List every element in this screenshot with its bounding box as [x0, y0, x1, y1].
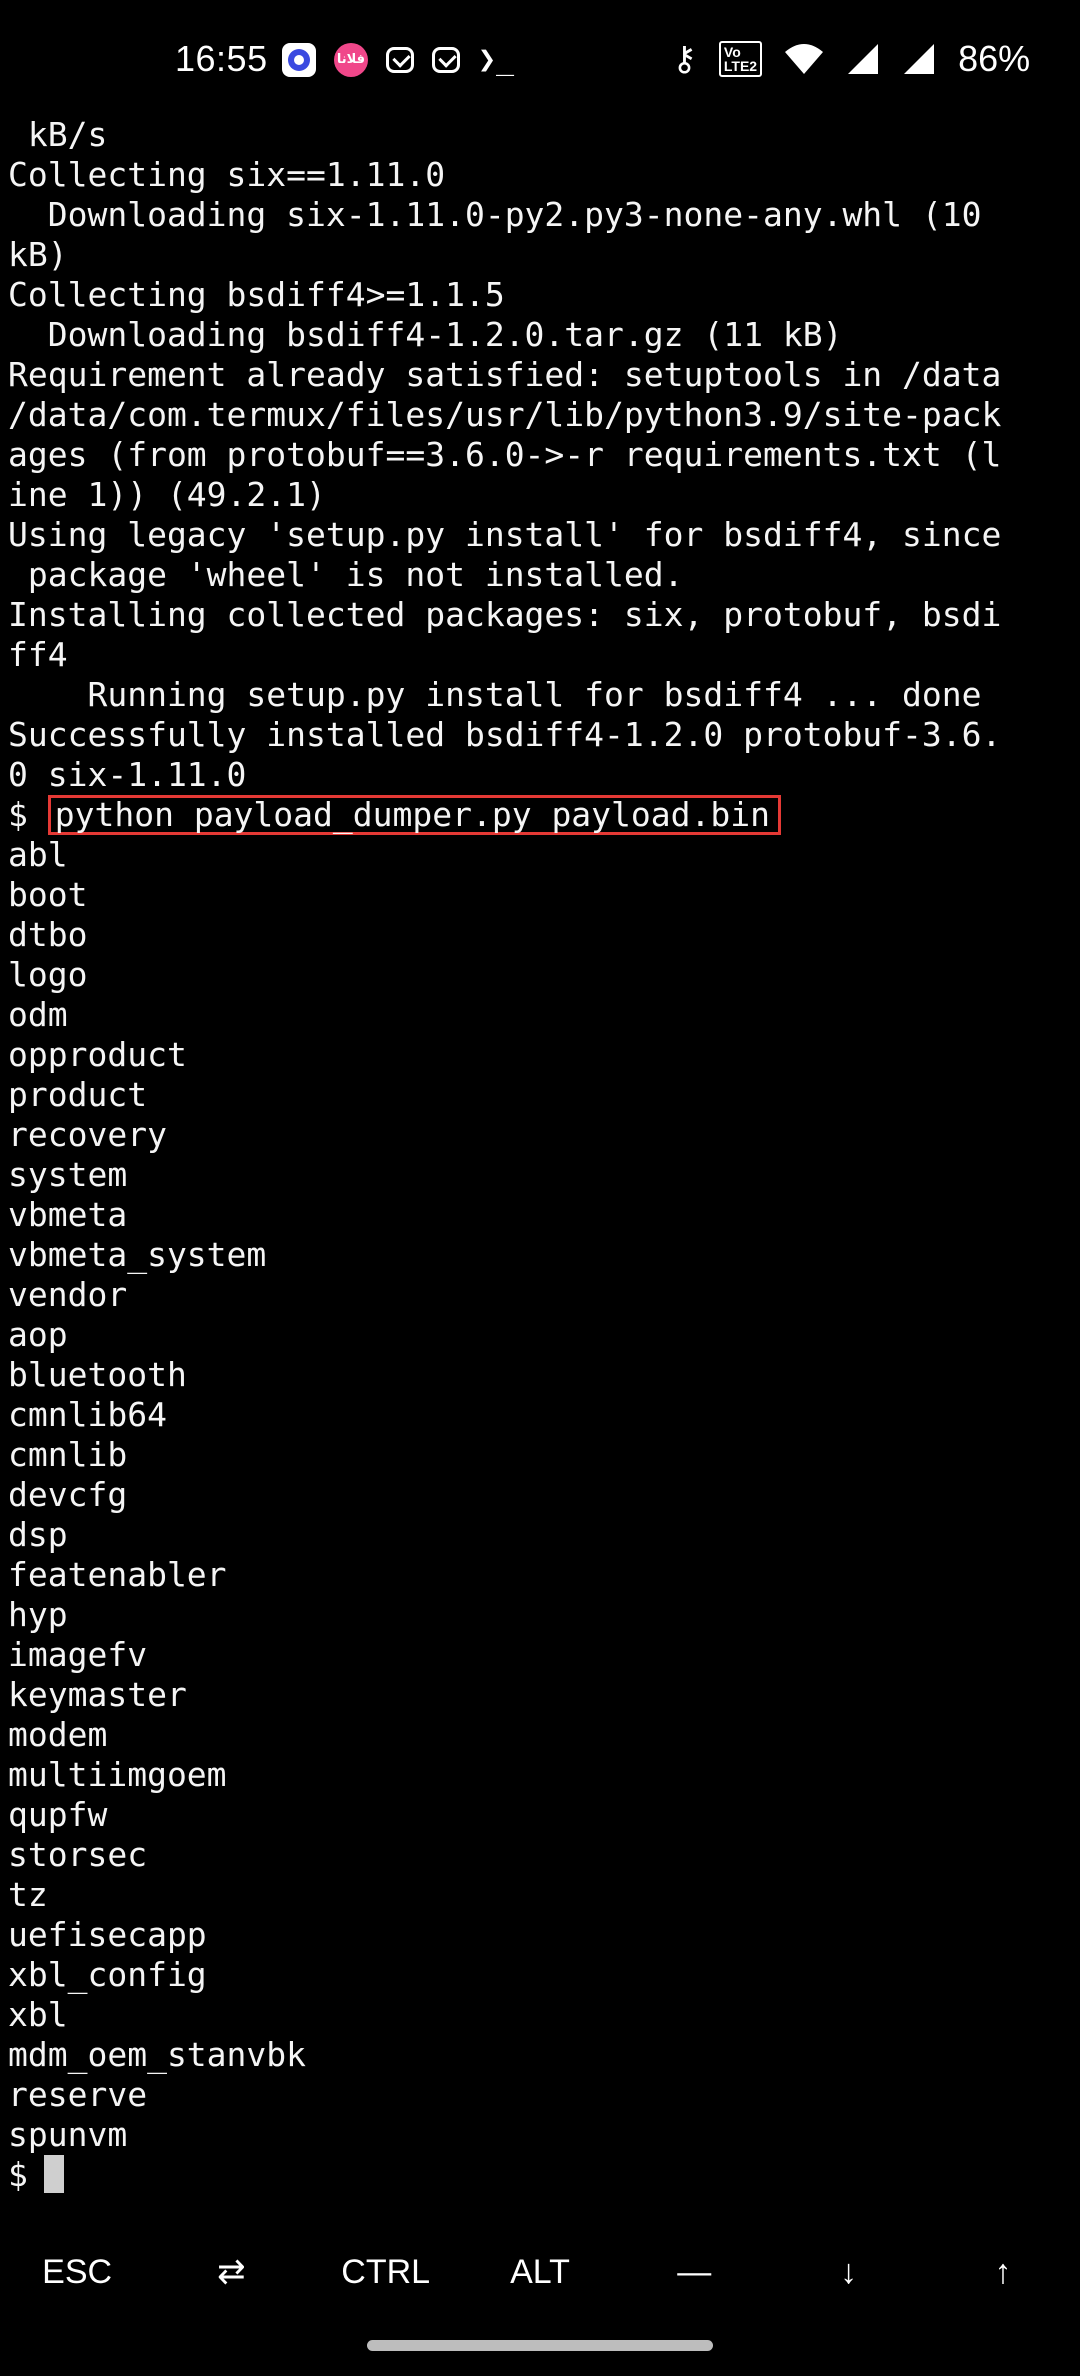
log-line: Collecting bsdiff4>=1.1.5 — [8, 275, 505, 314]
partition-item: logo — [8, 955, 88, 994]
partition-item: devcfg — [8, 1475, 128, 1514]
partition-item: cmnlib64 — [8, 1395, 167, 1434]
terminal-icon: ❯_ — [478, 42, 515, 77]
volte-icon: Vo LTE2 — [718, 41, 763, 77]
signal-icon — [846, 42, 880, 76]
log-line: 0 six-1.11.0 — [8, 755, 247, 794]
partition-item: recovery — [8, 1115, 167, 1154]
mail-icon — [386, 46, 414, 73]
log-line: Downloading six-1.11.0-py2.py3-none-any.… — [8, 195, 982, 234]
wifi-icon — [784, 42, 824, 76]
lte-label: LTE2 — [723, 58, 758, 74]
partition-item: reserve — [8, 2075, 148, 2114]
partition-item: cmnlib — [8, 1435, 128, 1474]
extra-keys-bar: ESC ⇄ CTRL ALT — ↓ ↑ — [0, 2222, 1080, 2322]
prompt: $ — [8, 795, 28, 834]
partition-item: system — [8, 1155, 128, 1194]
log-line: /data/com.termux/files/usr/lib/python3.9… — [8, 395, 1002, 434]
partition-item: vbmeta_system — [8, 1235, 267, 1274]
partition-item: hyp — [8, 1595, 68, 1634]
partition-item: abl — [8, 835, 68, 874]
mail-icon — [432, 46, 460, 73]
partition-item: product — [8, 1075, 148, 1114]
system-status-icons: ⚷ Vo LTE2 86% — [672, 38, 1030, 80]
partition-item: bluetooth — [8, 1355, 187, 1394]
esc-key[interactable]: ESC — [0, 2222, 154, 2322]
partition-item: tz — [8, 1875, 48, 1914]
log-line: Successfully installed bsdiff4-1.2.0 pro… — [8, 715, 1002, 754]
final-prompt: $ — [8, 2155, 28, 2194]
status-time: 16:55 — [175, 38, 268, 79]
arrow-down-key[interactable]: ↓ — [771, 2222, 925, 2322]
log-line: ff4 — [8, 635, 68, 674]
signal-icon — [902, 42, 936, 76]
app-notification-icon — [282, 42, 316, 77]
install-log: kB/s Collecting six==1.11.0 Downloading s… — [8, 115, 1072, 795]
log-line: kB/s — [8, 115, 108, 154]
log-line: ine 1)) (49.2.1) — [8, 475, 326, 514]
ctrl-key[interactable]: CTRL — [309, 2222, 463, 2322]
partition-item: uefisecapp — [8, 1915, 207, 1954]
log-line: Collecting six==1.11.0 — [8, 155, 446, 194]
partition-item: xbl — [8, 1995, 68, 2034]
alt-key[interactable]: ALT — [463, 2222, 617, 2322]
log-line: Using legacy 'setup.py install' for bsdi… — [8, 515, 1002, 554]
partition-item: opproduct — [8, 1035, 187, 1074]
log-line: Installing collected packages: six, prot… — [8, 595, 1002, 634]
tab-key[interactable]: ⇄ — [154, 2222, 308, 2322]
partition-item: dtbo — [8, 915, 88, 954]
key-icon: ⚷ — [672, 39, 697, 79]
partition-item: odm — [8, 995, 68, 1034]
terminal-output[interactable]: kB/s Collecting six==1.11.0 Downloading s… — [8, 115, 1072, 2195]
log-line: Running setup.py install for bsdiff4 ...… — [8, 675, 982, 714]
partition-item: modem — [8, 1715, 108, 1754]
input-line[interactable]: $ — [8, 2155, 1072, 2195]
notification-icons: فلانا ❯_ — [282, 42, 522, 77]
battery-level: 86% — [958, 38, 1031, 79]
partition-item: vendor — [8, 1275, 128, 1314]
log-line: Downloading bsdiff4-1.2.0.tar.gz (11 kB) — [8, 315, 843, 354]
partition-item: featenabler — [8, 1555, 227, 1594]
partition-item: vbmeta — [8, 1195, 128, 1234]
partition-item: multiimgoem — [8, 1755, 227, 1794]
partition-item: dsp — [8, 1515, 68, 1554]
text-cursor — [43, 2155, 64, 2193]
partition-item: qupfw — [8, 1795, 108, 1834]
partition-item: xbl_config — [8, 1955, 207, 1994]
dash-key[interactable]: — — [617, 2222, 771, 2322]
partition-item: storsec — [8, 1835, 148, 1874]
partition-item: keymaster — [8, 1675, 187, 1714]
partition-item: imagefv — [8, 1635, 148, 1674]
partition-item: mdm_oem_stanvbk — [8, 2035, 307, 2074]
pink-app-icon: فلانا — [334, 42, 368, 77]
partition-item: aop — [8, 1315, 68, 1354]
log-line: kB) — [8, 235, 68, 274]
partition-item: boot — [8, 875, 88, 914]
partition-list: abl boot dtbo logo odm opproduct product recove… — [8, 835, 1072, 2155]
log-line: package 'wheel' is not installed. — [8, 555, 684, 594]
partition-item: spunvm — [8, 2115, 128, 2154]
gesture-nav-handle[interactable] — [367, 2340, 713, 2351]
highlighted-command: python payload_dumper.py payload.bin — [47, 795, 781, 835]
status-bar: 16:55 فلانا ❯_ ⚷ Vo LTE2 86% — [0, 0, 1080, 120]
log-line: Requirement already satisfied: setuptool… — [8, 355, 1002, 394]
arrow-up-key[interactable]: ↑ — [926, 2222, 1080, 2322]
log-line: ages (from protobuf==3.6.0->-r requireme… — [8, 435, 1002, 474]
command-line: $ python payload_dumper.py payload.bin — [8, 795, 1072, 835]
